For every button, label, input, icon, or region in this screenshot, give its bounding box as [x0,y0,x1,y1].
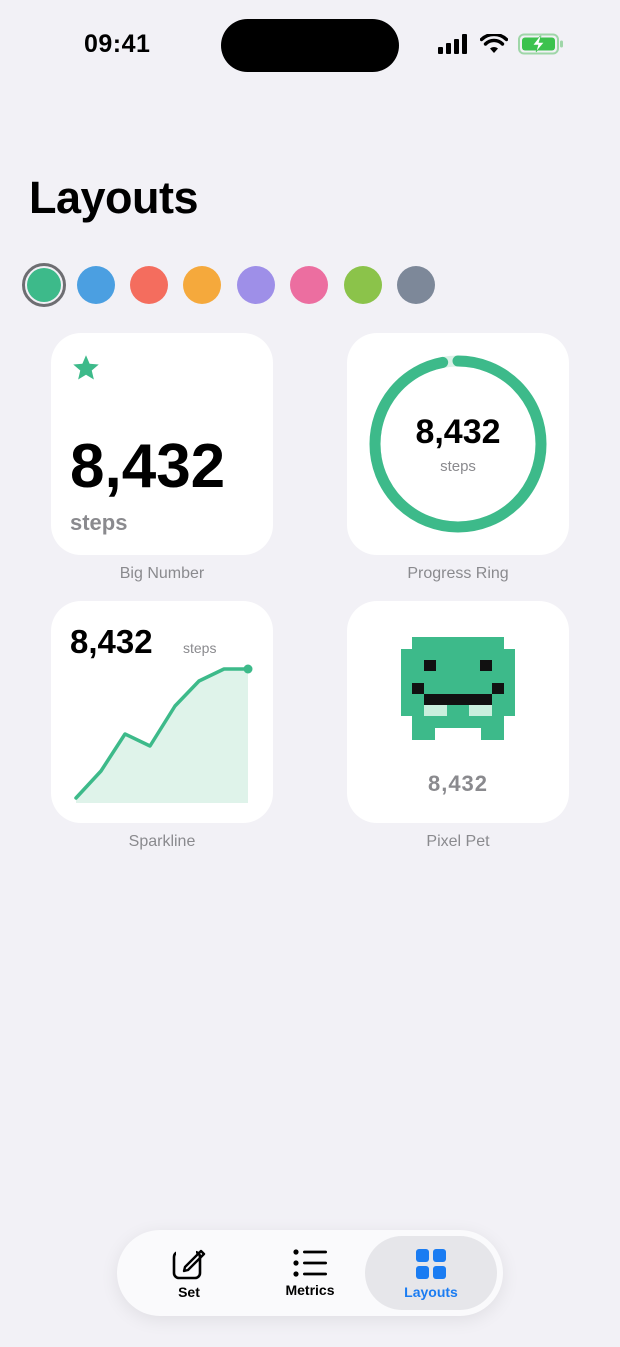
tab-set-label: Set [178,1284,200,1300]
color-swatch-green[interactable] [22,263,66,307]
layout-card-sparkline[interactable]: 8,432 steps [51,601,273,823]
tab-metrics[interactable]: Metrics [244,1236,376,1310]
color-swatch-lime[interactable] [344,266,382,304]
status-icons [438,33,564,55]
dynamic-island [221,19,399,72]
layout-card-big-number[interactable]: 8,432 steps [51,333,273,555]
tab-bar: Set Metrics Layouts [117,1230,503,1316]
big-number-value: 8,432 [70,432,226,501]
color-swatch-slate[interactable] [397,266,435,304]
color-swatch-red[interactable] [130,266,168,304]
tab-layouts-label: Layouts [404,1284,458,1300]
color-swatch-purple[interactable] [237,266,275,304]
sparkline-label: Sparkline [128,833,196,850]
pixel-pet-value: 8,432 [427,771,489,796]
pixel-pet-label: Pixel Pet [426,833,490,850]
compose-icon [172,1249,206,1280]
color-swatch-pink[interactable] [290,266,328,304]
tab-set[interactable]: Set [123,1236,255,1310]
grid-icon [416,1249,446,1279]
progress-ring-value: 8,432 [415,413,501,451]
color-swatch-blue[interactable] [77,266,115,304]
tab-metrics-label: Metrics [285,1282,335,1298]
page-title: Layouts [29,172,199,223]
big-number-unit: steps [70,510,128,535]
status-time: 09:41 [84,30,151,58]
star-icon [73,355,99,380]
layout-card-progress-ring[interactable]: 8,432 steps [347,333,569,555]
progress-ring-label: Progress Ring [407,565,509,582]
battery-charging-icon [518,33,563,55]
sparkline-chart [74,664,253,803]
list-icon [293,1249,327,1277]
wifi-icon [480,34,508,53]
big-number-label: Big Number [119,565,205,582]
pixel-pet-icon [401,637,515,740]
cellular-signal-icon [438,34,467,54]
progress-ring-unit: steps [440,458,476,475]
tab-layouts[interactable]: Layouts [365,1236,497,1310]
color-swatch-orange[interactable] [183,266,221,304]
layout-card-pixel-pet[interactable]: 8,432 [347,601,569,823]
